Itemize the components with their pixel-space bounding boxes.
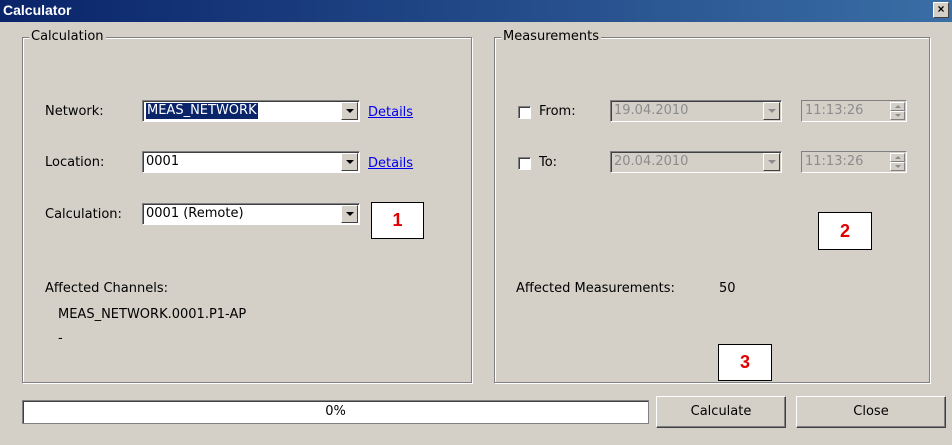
affected-measurements-label: Affected Measurements: — [516, 281, 675, 296]
spin-down-icon[interactable] — [890, 111, 905, 120]
spin-down-icon[interactable] — [890, 162, 905, 171]
spin-up-icon[interactable] — [890, 153, 905, 162]
network-label: Network: — [45, 104, 104, 119]
from-label: From: — [539, 104, 576, 119]
to-date-dropdown-arrow-icon[interactable] — [763, 153, 780, 171]
network-select[interactable]: MEAS_NETWORK — [142, 100, 360, 122]
to-time-spin-buttons — [890, 153, 905, 171]
location-select[interactable]: 0001 — [142, 151, 360, 173]
measurements-group-label: Measurements — [501, 29, 602, 44]
to-date-select[interactable]: 20.04.2010 — [610, 151, 782, 173]
to-date-value: 20.04.2010 — [614, 154, 689, 169]
annotation-marker-3: 3 — [718, 344, 772, 381]
calculation-select[interactable]: 0001 (Remote) — [142, 203, 360, 225]
to-checkbox[interactable] — [518, 157, 531, 170]
from-time-spinner[interactable]: 11:13:26 — [801, 100, 907, 122]
calculate-button[interactable]: Calculate — [656, 396, 786, 428]
progress-text: 0% — [325, 404, 346, 419]
spin-up-icon[interactable] — [890, 102, 905, 111]
window-body: Calculation Network: MEAS_NETWORK Detail… — [0, 22, 952, 445]
from-date-select[interactable]: 19.04.2010 — [610, 100, 782, 122]
calculation-group-label: Calculation — [29, 29, 106, 44]
location-details-link[interactable]: Details — [368, 156, 413, 171]
from-time-value: 11:13:26 — [805, 103, 864, 118]
from-date-dropdown-arrow-icon[interactable] — [763, 102, 780, 120]
from-time-spin-buttons — [890, 102, 905, 120]
calculation-label: Calculation: — [45, 207, 122, 222]
channel-item: - — [58, 331, 63, 346]
to-time-value: 11:13:26 — [805, 154, 864, 169]
location-label: Location: — [45, 155, 105, 170]
from-checkbox[interactable] — [518, 106, 531, 119]
to-time-spinner[interactable]: 11:13:26 — [801, 151, 907, 173]
to-label: To: — [539, 155, 558, 170]
affected-measurements-count: 50 — [719, 281, 736, 296]
from-date-value: 19.04.2010 — [614, 103, 689, 118]
annotation-marker-2: 2 — [818, 212, 872, 250]
channel-item: MEAS_NETWORK.0001.P1-AP — [58, 307, 247, 322]
affected-channels-label: Affected Channels: — [45, 281, 168, 296]
calculation-value: 0001 (Remote) — [146, 206, 244, 221]
network-dropdown-arrow-icon[interactable] — [341, 102, 358, 120]
location-dropdown-arrow-icon[interactable] — [341, 153, 358, 171]
window-title: Calculator — [3, 2, 72, 18]
progress-bar: 0% — [22, 400, 649, 424]
measurements-group: Measurements From: 19.04.2010 11:13:26 T… — [494, 29, 930, 383]
close-button[interactable]: Close — [796, 396, 946, 428]
network-details-link[interactable]: Details — [368, 105, 413, 120]
location-value: 0001 — [146, 154, 180, 169]
title-bar: Calculator × — [0, 0, 952, 22]
close-window-button[interactable]: × — [933, 2, 949, 18]
calculation-dropdown-arrow-icon[interactable] — [341, 205, 358, 223]
network-value: MEAS_NETWORK — [146, 103, 258, 119]
annotation-marker-1: 1 — [371, 202, 424, 239]
